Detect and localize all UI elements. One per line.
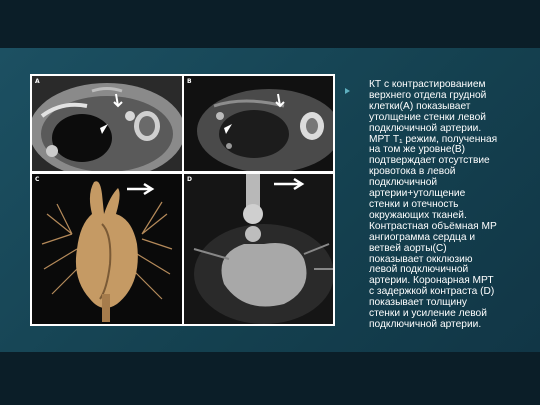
bullet-arrow-icon — [345, 88, 350, 94]
panel-label-c: C — [35, 176, 40, 183]
ct-image-a: A — [32, 76, 182, 171]
medical-figure: A B C D — [30, 74, 335, 326]
panel-label-b: B — [187, 78, 192, 85]
top-dark-band — [0, 0, 540, 48]
angiogram-image-c: C — [32, 174, 182, 324]
slide: A B C D КТ с контрастированием верхнего … — [0, 0, 540, 405]
bottom-dark-band — [0, 352, 540, 405]
panel-label-a: A — [35, 78, 40, 85]
panel-label-d: D — [187, 176, 192, 183]
description-text: КТ с контрастированием верхнего отдела г… — [369, 79, 498, 330]
mri-image-d: D — [184, 174, 333, 324]
mri-image-b: B — [184, 76, 333, 171]
